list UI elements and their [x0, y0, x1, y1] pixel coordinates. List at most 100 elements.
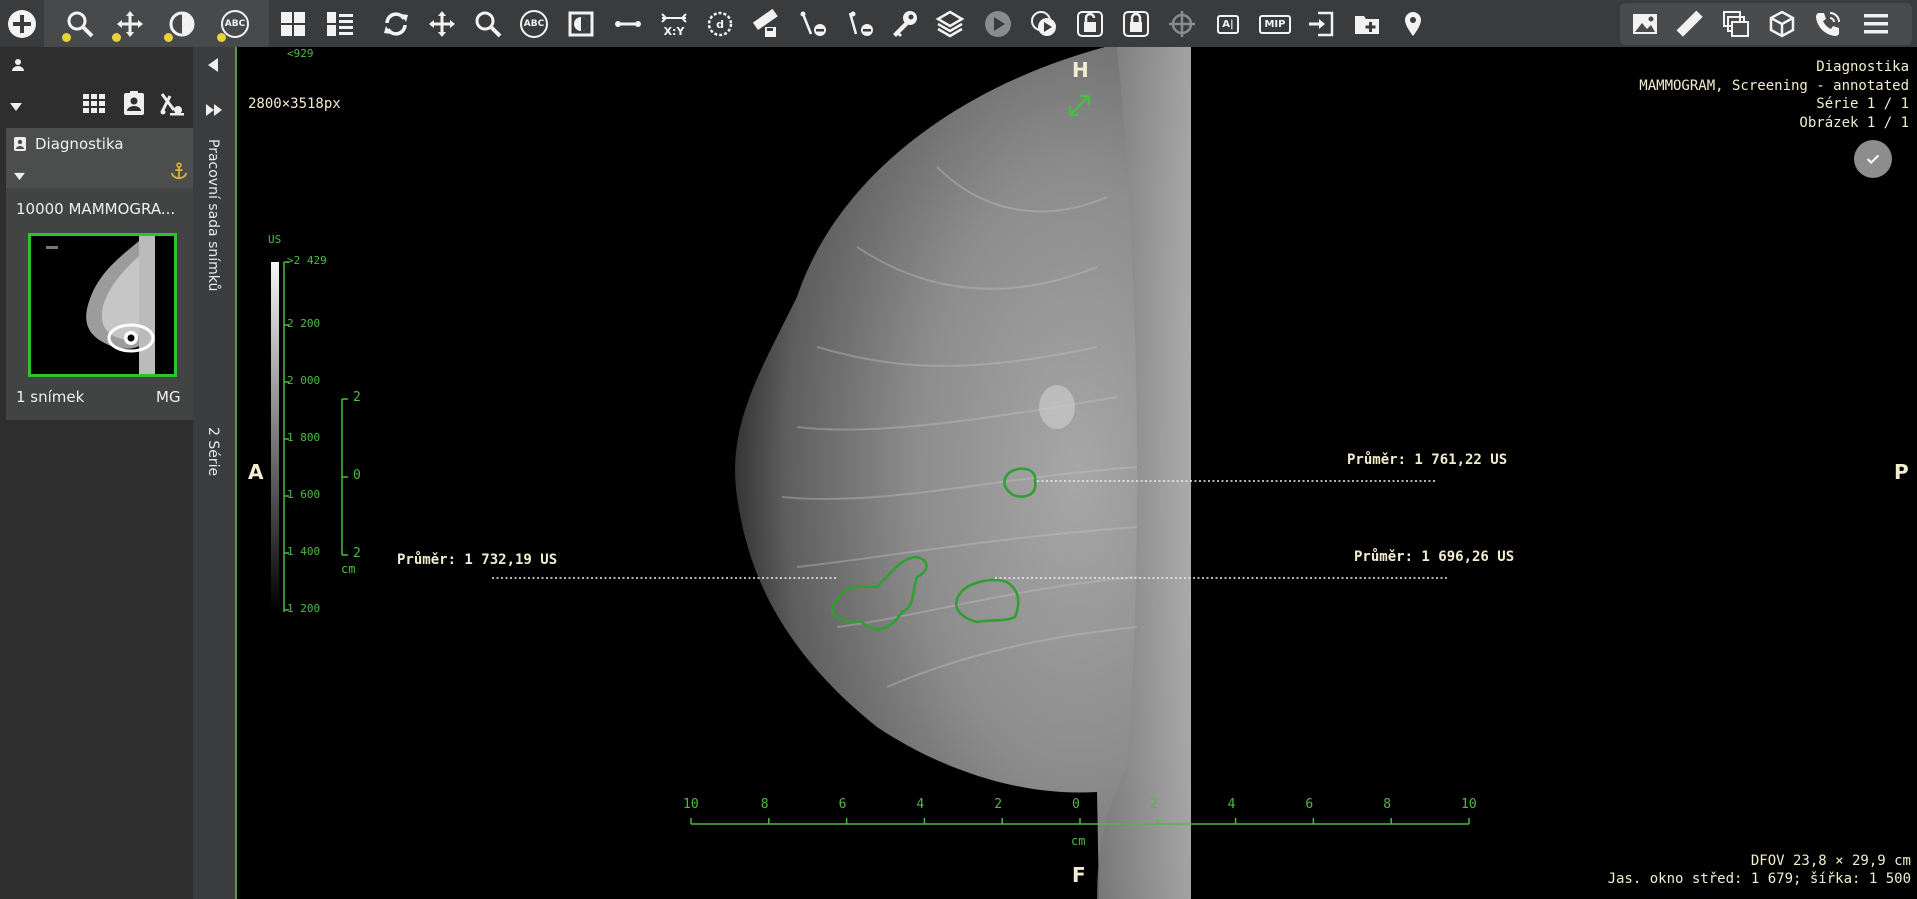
- study-title: Diagnostika: [35, 135, 124, 153]
- measurement-label[interactable]: Průměr: 1 696,26 US: [1354, 549, 1514, 565]
- confirm-check-icon[interactable]: [1854, 140, 1892, 178]
- horizontal-scale-tick-label: 4: [1227, 797, 1236, 812]
- tab-worksheet[interactable]: Pracovní sada snímků: [205, 139, 221, 291]
- layers-icon[interactable]: [930, 4, 970, 44]
- colorbar-tick-label: 1 800: [287, 431, 321, 444]
- colorbar-tick-label: 2 000: [287, 374, 321, 387]
- horizontal-scale-tick-label: 2: [1149, 797, 1158, 812]
- colorbar-tick-label: <929: [287, 47, 314, 60]
- collapse-icon[interactable]: [9, 97, 23, 116]
- grid-view-icon[interactable]: [82, 92, 106, 118]
- phone-icon[interactable]: [1808, 4, 1848, 44]
- vertical-scale-unit: cm: [341, 562, 356, 576]
- horizontal-scale-tick-label: 10: [683, 797, 699, 812]
- series-info: Diagnostika MAMMOGRAM, Screening - annot…: [1639, 58, 1909, 132]
- line-measure-icon[interactable]: [608, 4, 648, 44]
- study-card[interactable]: Diagnostika 10000 MAMMOGRA... 1 snímek M…: [6, 128, 193, 420]
- ruler-icon[interactable]: [1670, 4, 1710, 44]
- unlock-icon[interactable]: [1070, 4, 1110, 44]
- orientation-right: P: [1894, 460, 1909, 484]
- series-thumbnail[interactable]: [28, 233, 177, 377]
- info-image: Obrázek 1 / 1: [1799, 114, 1909, 131]
- roi-remove-icon[interactable]: [840, 4, 880, 44]
- svg-text:d: d: [716, 18, 724, 31]
- anchor-icon[interactable]: [170, 162, 188, 184]
- add-folder-icon[interactable]: [1347, 4, 1387, 44]
- measurement-label[interactable]: Průměr: 1 761,22 US: [1347, 452, 1507, 468]
- layout-grid-icon[interactable]: [273, 4, 313, 44]
- fast-forward-icon[interactable]: [205, 102, 223, 121]
- expand-icon[interactable]: [13, 166, 26, 185]
- horizontal-scale-tick-label: 4: [916, 797, 925, 812]
- mip-icon[interactable]: MIP: [1255, 4, 1295, 44]
- horizontal-scale-tick-label: 8: [1383, 797, 1392, 812]
- horizontal-scale-tick-label: 6: [1305, 797, 1314, 812]
- colorbar-tick-label: 1 200: [287, 602, 321, 615]
- export-icon[interactable]: [1301, 4, 1341, 44]
- ruler-save-icon[interactable]: [746, 4, 786, 44]
- horizontal-scale-tick-label: 8: [760, 797, 769, 812]
- collapse-panel-icon[interactable]: [207, 57, 219, 77]
- move-icon[interactable]: [422, 4, 462, 44]
- colorbar-tick-label: 1 600: [287, 488, 321, 501]
- abc-annotation-icon[interactable]: ABC: [215, 4, 255, 44]
- vertical-scale-tick-label: 2: [353, 390, 361, 405]
- contrast-icon[interactable]: [162, 4, 202, 44]
- sort-tool-icon[interactable]: [158, 90, 186, 120]
- abc-text-icon[interactable]: ABC: [514, 4, 554, 44]
- orientation-top: H: [1072, 58, 1089, 82]
- xy-label: X:Y: [663, 24, 685, 38]
- zoom-icon[interactable]: [60, 4, 100, 44]
- horizontal-scale-tick-label: 10: [1461, 797, 1477, 812]
- image-count: 1 snímek: [16, 388, 85, 406]
- main-toolbar: ABC ABC X:Y d A| MIP: [0, 0, 1917, 47]
- colorbar-tick-label: 1 400: [287, 545, 321, 558]
- horizontal-scale-tick-label: 2: [994, 797, 1003, 812]
- study-badge-icon: [13, 136, 27, 156]
- xy-icon[interactable]: X:Y: [654, 4, 694, 44]
- info-series: Série 1 / 1: [1816, 96, 1909, 112]
- add-icon[interactable]: [2, 4, 42, 44]
- angle-remove-icon[interactable]: [793, 4, 833, 44]
- tab-series[interactable]: 2 Série: [205, 427, 221, 476]
- windows-icon[interactable]: [1716, 4, 1756, 44]
- ai-icon[interactable]: A|: [1208, 4, 1248, 44]
- key-icon[interactable]: [884, 4, 924, 44]
- ai-label: A|: [1217, 14, 1239, 34]
- menu-icon[interactable]: [1856, 4, 1896, 44]
- horizontal-scale-tick-label: 0: [1072, 797, 1080, 812]
- image-viewport[interactable]: 2800×3518px Diagnostika MAMMOGRAM, Scree…: [237, 47, 1917, 899]
- mip-label: MIP: [1259, 14, 1291, 34]
- location-pin-icon[interactable]: [1393, 4, 1433, 44]
- window-level: Jas. okno střed: 1 679; šířka: 1 500: [1607, 871, 1911, 887]
- info-study: Diagnostika: [1816, 59, 1909, 75]
- horizontal-scale-unit: cm: [1071, 834, 1086, 848]
- colorbar-tick-label: 2 200: [287, 317, 321, 330]
- lock-icon[interactable]: [1116, 4, 1156, 44]
- info-description: MAMMOGRAM, Screening - annotated: [1639, 77, 1909, 94]
- numbered-list-icon[interactable]: [320, 4, 360, 44]
- distance-icon[interactable]: d: [700, 4, 740, 44]
- colorbar-unit: US: [268, 233, 282, 246]
- measurement-label[interactable]: Průměr: 1 732,19 US: [397, 552, 557, 568]
- dfov: DFOV 23,8 × 29,9 cm: [1750, 853, 1911, 869]
- series-name: 10000 MAMMOGRA...: [16, 200, 176, 218]
- image-icon[interactable]: [1625, 4, 1665, 44]
- horizontal-scale-tick-label: 6: [838, 797, 847, 812]
- user-icon[interactable]: [10, 57, 26, 73]
- vertical-scale-tick-label: 0: [353, 468, 361, 483]
- cine-icon[interactable]: [1024, 4, 1064, 44]
- cube-icon[interactable]: [1762, 4, 1802, 44]
- rotate-icon[interactable]: [376, 4, 416, 44]
- magnify-icon[interactable]: [468, 4, 508, 44]
- invert-icon[interactable]: [561, 4, 601, 44]
- patient-card-icon[interactable]: [122, 90, 146, 120]
- pan-icon[interactable]: [110, 4, 150, 44]
- crosshair-icon[interactable]: [1162, 4, 1202, 44]
- play-icon[interactable]: [978, 4, 1018, 44]
- image-size: 2800×3518px: [248, 96, 341, 112]
- modality: MG: [156, 388, 181, 406]
- orientation-left: A: [248, 460, 264, 484]
- mammogram-image[interactable]: [237, 47, 1917, 899]
- bottom-info: DFOV 23,8 × 29,9 cm Jas. okno střed: 1 6…: [1608, 852, 1911, 888]
